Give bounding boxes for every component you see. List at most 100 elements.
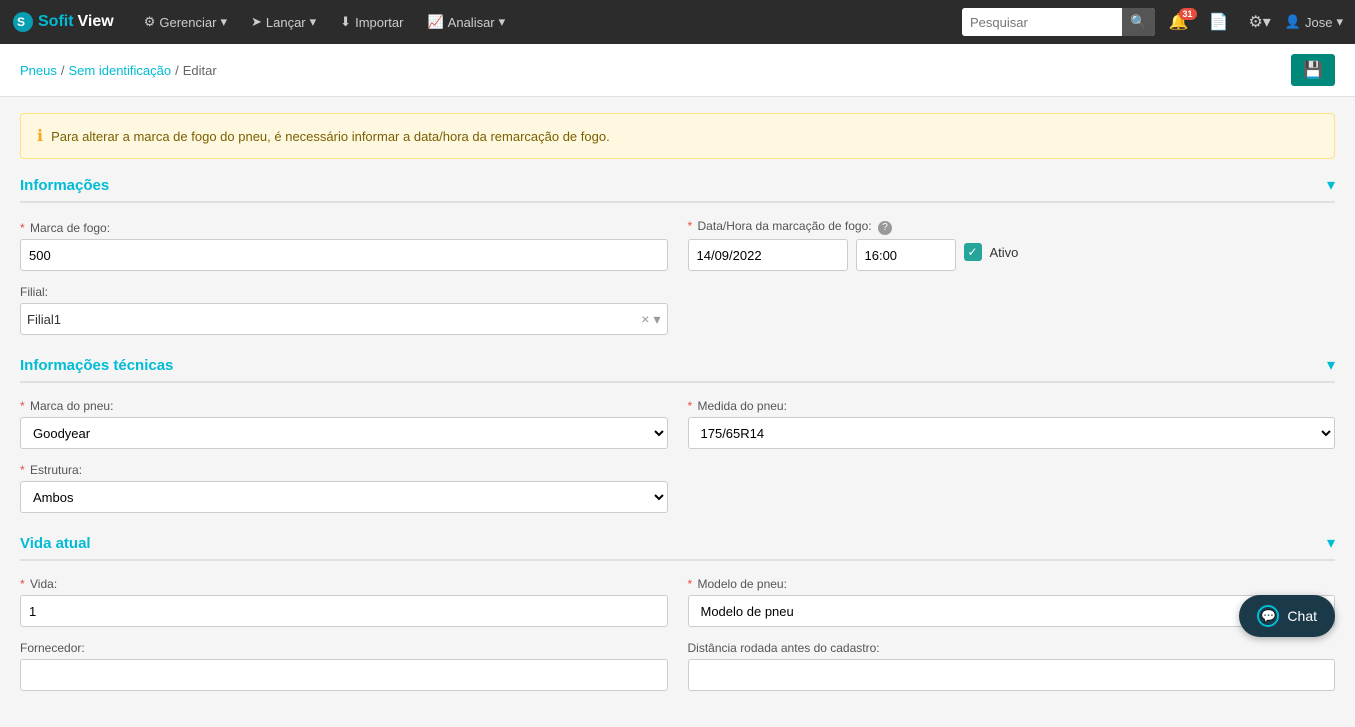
user-menu[interactable]: 👤 Jose ▾ (1285, 14, 1343, 30)
filial-label: Filial: (20, 285, 668, 299)
fornecedor-input[interactable] (20, 659, 668, 691)
nav-right-section: 🔍 🔔 31 📄 ⚙ ▾ 👤 Jose ▾ (962, 8, 1343, 36)
section-vida-title: Vida atual (20, 535, 91, 552)
form-row-fornecedor-distancia: Fornecedor: Distância rodada antes do ca… (20, 641, 1335, 691)
alert-icon: ℹ (37, 126, 43, 146)
svg-text:S: S (17, 15, 25, 29)
top-navigation: S Sofit View ⚙ Gerenciar ▾ ➤ Lançar ▾ ⬇ … (0, 0, 1355, 44)
section-informacoes-title: Informações (20, 177, 109, 194)
settings-button[interactable]: ⚙ ▾ (1242, 12, 1276, 32)
chevron-down-icon: ▾ (310, 14, 317, 30)
alert-warning: ℹ Para alterar a marca de fogo do pneu, … (20, 113, 1335, 159)
form-group-distancia: Distância rodada antes do cadastro: (688, 641, 1336, 691)
breadcrumb-pneus[interactable]: Pneus (20, 63, 57, 78)
marca-fogo-input[interactable] (20, 239, 668, 271)
filial-value: Filial1 (27, 312, 641, 327)
help-icon[interactable]: ? (878, 221, 892, 235)
filial-clear-actions[interactable]: × ▾ (641, 311, 660, 328)
distancia-label: Distância rodada antes do cadastro: (688, 641, 1336, 655)
nav-importar[interactable]: ⬇ Importar (330, 0, 413, 44)
breadcrumb: Pneus / Sem identificação / Editar (20, 63, 217, 78)
section-tecnicas-title: Informações técnicas (20, 357, 173, 374)
section-informacoes: Informações ▾ * Marca de fogo: * Data/Ho… (20, 175, 1335, 335)
marca-pneu-select[interactable]: Goodyear Bridgestone Michelin Pirelli (20, 417, 668, 449)
ativo-checkbox[interactable]: ✓ (964, 243, 982, 261)
chevron-down-icon: ▾ (499, 14, 506, 30)
data-input[interactable] (688, 239, 848, 271)
breadcrumb-sem-identificacao[interactable]: Sem identificação (69, 63, 172, 78)
section-tecnicas-toggle[interactable]: ▾ (1327, 355, 1335, 375)
breadcrumb-separator-1: / (61, 63, 65, 78)
brand-sofit: Sofit (38, 13, 74, 31)
chevron-down-icon: ▾ (220, 14, 227, 30)
clear-icon[interactable]: × (641, 311, 649, 327)
section-vida-header: Vida atual ▾ (20, 533, 1335, 561)
dropdown-icon[interactable]: ▾ (653, 311, 660, 328)
check-icon: ✓ (967, 245, 977, 259)
brand-logo[interactable]: S Sofit View (12, 11, 114, 33)
hora-input[interactable] (856, 239, 956, 271)
form-row-filial: Filial: Filial1 × ▾ (20, 285, 1335, 335)
vida-input[interactable] (20, 595, 668, 627)
nav-analisar[interactable]: 📈 Analisar ▾ (417, 0, 515, 44)
marca-pneu-label: * Marca do pneu: (20, 399, 668, 413)
chat-label: Chat (1287, 608, 1317, 624)
data-hora-required: * (688, 219, 693, 233)
user-name: Jose (1305, 15, 1332, 30)
data-hora-label: * Data/Hora da marcação de fogo: ? (688, 219, 1336, 235)
breadcrumb-separator-2: / (175, 63, 179, 78)
nav-lancar[interactable]: ➤ Lançar ▾ (241, 0, 326, 44)
breadcrumb-bar: Pneus / Sem identificação / Editar 💾 (0, 44, 1355, 97)
fornecedor-label: Fornecedor: (20, 641, 668, 655)
section-informacoes-tecnicas: Informações técnicas ▾ * Marca do pneu: … (20, 355, 1335, 513)
search-button[interactable]: 🔍 (1122, 8, 1155, 36)
form-group-fornecedor: Fornecedor: (20, 641, 668, 691)
document-button[interactable]: 📄 (1203, 12, 1235, 32)
gear-icon: ⚙ (144, 14, 156, 30)
search-box[interactable]: 🔍 (962, 8, 1155, 36)
modelo-pneu-select[interactable]: Modelo de pneu (688, 595, 1336, 627)
medida-pneu-label: * Medida do pneu: (688, 399, 1336, 413)
form-row-vida-modelo: * Vida: * Modelo de pneu: Modelo de pneu (20, 577, 1335, 627)
notification-badge: 31 (1179, 8, 1197, 20)
nav-gerenciar-label: Gerenciar (159, 15, 216, 30)
section-vida-toggle[interactable]: ▾ (1327, 533, 1335, 553)
section-informacoes-header: Informações ▾ (20, 175, 1335, 203)
data-hora-row: ✓ Ativo (688, 239, 1336, 271)
alert-message: Para alterar a marca de fogo do pneu, é … (51, 129, 610, 144)
form-group-modelo-pneu: * Modelo de pneu: Modelo de pneu (688, 577, 1336, 627)
form-row-marca-fogo: * Marca de fogo: * Data/Hora da marcação… (20, 219, 1335, 271)
modelo-pneu-label: * Modelo de pneu: (688, 577, 1336, 591)
section-vida-atual: Vida atual ▾ * Vida: * Modelo de pneu: M… (20, 533, 1335, 691)
estrutura-select[interactable]: Ambos Diagonal Radial (20, 481, 668, 513)
estrutura-label: * Estrutura: (20, 463, 668, 477)
import-icon: ⬇ (340, 14, 351, 30)
nav-analisar-label: Analisar (448, 15, 495, 30)
form-group-marca-pneu: * Marca do pneu: Goodyear Bridgestone Mi… (20, 399, 668, 449)
chat-bubble-icon: 💬 (1257, 605, 1279, 627)
nav-lancar-label: Lançar (266, 15, 306, 30)
form-row-marca-medida: * Marca do pneu: Goodyear Bridgestone Mi… (20, 399, 1335, 449)
form-group-estrutura: * Estrutura: Ambos Diagonal Radial (20, 463, 668, 513)
section-informacoes-toggle[interactable]: ▾ (1327, 175, 1335, 195)
nav-gerenciar[interactable]: ⚙ Gerenciar ▾ (134, 0, 237, 44)
main-content: ℹ Para alterar a marca de fogo do pneu, … (0, 97, 1355, 727)
brand-view: View (78, 13, 114, 31)
notification-button[interactable]: 🔔 31 (1163, 12, 1195, 32)
brand-icon: S (12, 11, 34, 33)
save-button[interactable]: 💾 (1291, 54, 1335, 86)
breadcrumb-editar: Editar (183, 63, 217, 78)
vida-label: * Vida: (20, 577, 668, 591)
ativo-group: ✓ Ativo (964, 243, 1019, 267)
chat-button[interactable]: 💬 Chat (1239, 595, 1335, 637)
form-group-data-hora: * Data/Hora da marcação de fogo: ? ✓ Ati… (688, 219, 1336, 271)
medida-pneu-select[interactable]: 175/65R14 185/65R15 195/55R16 (688, 417, 1336, 449)
send-icon: ➤ (251, 14, 262, 30)
chart-icon: 📈 (427, 14, 443, 30)
distancia-input[interactable] (688, 659, 1336, 691)
nav-importar-label: Importar (355, 15, 403, 30)
search-input[interactable] (962, 8, 1122, 36)
filial-select[interactable]: Filial1 × ▾ (20, 303, 668, 335)
ativo-label: Ativo (990, 245, 1019, 260)
form-group-medida-pneu: * Medida do pneu: 175/65R14 185/65R15 19… (688, 399, 1336, 449)
